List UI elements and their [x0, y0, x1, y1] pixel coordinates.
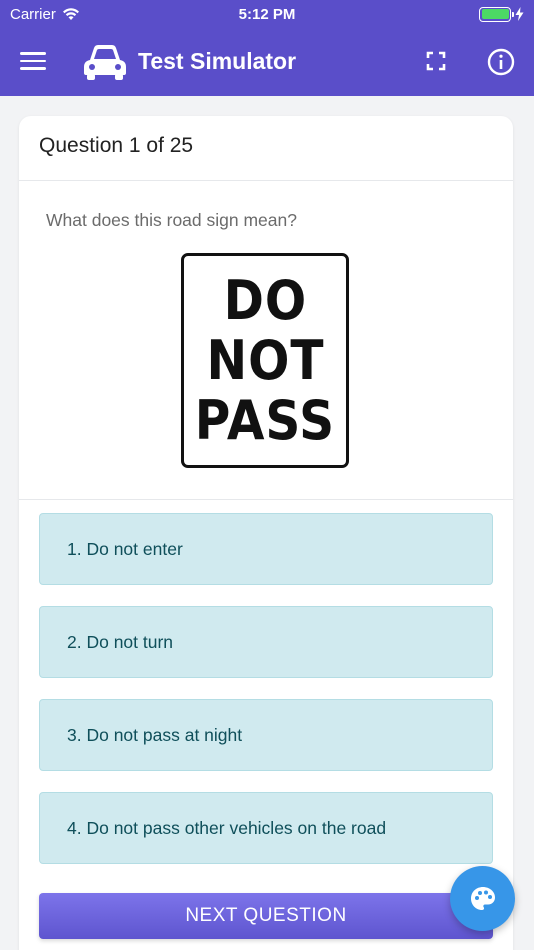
answer-option-2[interactable]: 2. Do not turn	[39, 606, 493, 678]
app-title: Test Simulator	[138, 48, 297, 74]
info-icon[interactable]	[487, 48, 515, 76]
carrier-label: Carrier	[10, 5, 56, 23]
sign-line: DO	[223, 268, 307, 332]
menu-icon-line	[20, 52, 46, 55]
carrier-group: Carrier	[10, 6, 80, 23]
wifi-icon	[62, 8, 79, 20]
answer-list: 1. Do not enter 2. Do not turn 3. Do not…	[39, 513, 493, 885]
sign-line: NOT	[206, 328, 324, 392]
menu-icon-line	[20, 67, 46, 70]
fullscreen-icon[interactable]	[425, 50, 447, 72]
theme-palette-button[interactable]	[450, 866, 515, 931]
battery-icon	[479, 6, 514, 22]
top-bar: Carrier 5:12 PM Test Simulator	[0, 0, 534, 96]
divider	[19, 499, 513, 500]
battery-fill	[481, 9, 509, 19]
app-bar: Test Simulator	[0, 28, 534, 96]
car-icon	[84, 45, 126, 80]
next-question-button[interactable]: NEXT QUESTION	[39, 893, 493, 939]
menu-button[interactable]	[20, 52, 46, 72]
answer-option-4[interactable]: 4. Do not pass other vehicles on the roa…	[39, 792, 493, 864]
road-sign-image: DO NOT PASS	[181, 253, 349, 468]
question-text: What does this road sign mean?	[46, 210, 297, 230]
status-time: 5:12 PM	[238, 5, 296, 23]
app-screen: Carrier 5:12 PM Test Simulator Question …	[0, 0, 534, 950]
answer-option-1[interactable]: 1. Do not enter	[39, 513, 493, 585]
battery-group	[479, 6, 524, 22]
menu-icon-line	[20, 59, 46, 62]
status-bar: Carrier 5:12 PM	[0, 0, 534, 28]
palette-icon	[470, 886, 495, 910]
answer-option-3[interactable]: 3. Do not pass at night	[39, 699, 493, 771]
charging-bolt-icon	[515, 7, 524, 21]
question-counter: Question 1 of 25	[19, 116, 513, 181]
question-card: Question 1 of 25 What does this road sig…	[19, 116, 513, 950]
sign-line: PASS	[194, 388, 336, 452]
